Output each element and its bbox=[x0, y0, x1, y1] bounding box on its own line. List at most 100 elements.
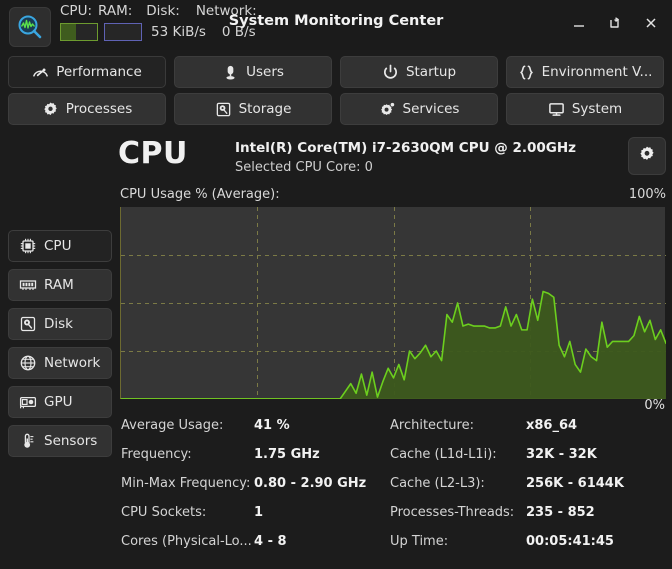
tab-storage[interactable]: Storage bbox=[174, 93, 332, 125]
chart-caption: CPU Usage % (Average): 100% bbox=[120, 187, 666, 202]
detail-value: 0.80 - 2.90 GHz bbox=[254, 476, 367, 491]
gear-icon bbox=[638, 145, 656, 167]
tab-services-label: Services bbox=[402, 101, 460, 117]
cpu-details-grid: Average Usage: 41 % Architecture: x86_64 Fre… bbox=[118, 418, 666, 563]
hdd-icon bbox=[215, 101, 232, 118]
tab-processes-label: Processes bbox=[65, 101, 133, 117]
detail-row: CPU Sockets: 1 Processes-Threads: 235 - 852 bbox=[118, 505, 666, 534]
detail-value: 4 - 8 bbox=[254, 534, 287, 549]
close-button[interactable] bbox=[634, 8, 668, 38]
tab-startup[interactable]: Startup bbox=[340, 56, 498, 88]
sidebar-item-network-label: Network bbox=[44, 355, 101, 371]
user-icon bbox=[222, 64, 239, 81]
cpu-usage-chart[interactable] bbox=[120, 207, 666, 399]
device-sidebar: CPU RAM Disk Network GPU Sensors bbox=[8, 230, 112, 464]
detail-key: CPU Sockets: bbox=[121, 505, 207, 520]
detail-key: Cache (L1d-L1i): bbox=[390, 447, 497, 462]
toolbar-row-1: Performance Users Startup Environment V.… bbox=[8, 56, 664, 88]
ram-mini-bar bbox=[104, 23, 142, 41]
chart-axis-min: 0% bbox=[644, 398, 665, 413]
detail-value: 41 % bbox=[254, 418, 290, 433]
chart-area-fill bbox=[121, 291, 666, 399]
sidebar-item-cpu[interactable]: CPU bbox=[8, 230, 112, 262]
main-toolbar: Performance Users Startup Environment V.… bbox=[0, 50, 672, 126]
sidebar-item-sensors[interactable]: Sensors bbox=[8, 425, 112, 457]
tab-environment-variables[interactable]: Environment V... bbox=[506, 56, 664, 88]
perf-cpu-label: CPU: bbox=[60, 3, 92, 19]
globe-icon bbox=[19, 354, 37, 372]
tab-processes[interactable]: Processes bbox=[8, 93, 166, 125]
sidebar-item-disk[interactable]: Disk bbox=[8, 308, 112, 340]
tab-startup-label: Startup bbox=[405, 64, 457, 80]
title-bar: CPU: RAM: Disk: Network: 53 KiB/s 0 B/s … bbox=[0, 0, 672, 50]
detail-value: 1.75 GHz bbox=[254, 447, 320, 462]
sidebar-item-ram-label: RAM bbox=[44, 277, 74, 293]
cpu-panel-header: CPU Intel(R) Core(TM) i7-2630QM CPU @ 2.… bbox=[118, 136, 666, 184]
gear-dot-icon bbox=[379, 101, 396, 118]
minimize-button[interactable] bbox=[562, 8, 596, 38]
sidebar-item-ram[interactable]: RAM bbox=[8, 269, 112, 301]
detail-row: Average Usage: 41 % Architecture: x86_64 bbox=[118, 418, 666, 447]
tab-performance-label: Performance bbox=[56, 64, 142, 80]
gear-icon bbox=[42, 101, 59, 118]
detail-row: Min-Max Frequency: 0.80 - 2.90 GHz Cache (… bbox=[118, 476, 666, 505]
sidebar-item-gpu-label: GPU bbox=[44, 394, 73, 410]
detail-key: Architecture: bbox=[390, 418, 474, 433]
gauge-icon bbox=[32, 64, 49, 81]
cpu-model-text: Intel(R) Core(TM) i7-2630QM CPU @ 2.00GH… bbox=[235, 140, 577, 156]
cpu-usage-chart-svg bbox=[121, 207, 666, 399]
thermometer-icon bbox=[19, 432, 37, 450]
memory-icon bbox=[19, 276, 37, 294]
tab-system-label: System bbox=[571, 101, 623, 117]
perf-strip-values: 53 KiB/s 0 B/s bbox=[57, 23, 256, 41]
detail-key: Processes-Threads: bbox=[390, 505, 515, 520]
hdd-icon bbox=[19, 315, 37, 333]
cpu-mini-bar bbox=[60, 23, 98, 41]
braces-icon bbox=[518, 64, 535, 81]
perf-disk-value: 53 KiB/s bbox=[151, 24, 206, 40]
sidebar-item-sensors-label: Sensors bbox=[44, 433, 98, 449]
sidebar-item-network[interactable]: Network bbox=[8, 347, 112, 379]
tab-users-label: Users bbox=[246, 64, 284, 80]
detail-value: 00:05:41:45 bbox=[526, 534, 614, 549]
detail-value: 32K - 32K bbox=[526, 447, 597, 462]
detail-key: Average Usage: bbox=[121, 418, 224, 433]
perf-strip-labels: CPU: RAM: Disk: Network: bbox=[57, 3, 257, 19]
tab-system[interactable]: System bbox=[506, 93, 664, 125]
detail-value: x86_64 bbox=[526, 418, 578, 433]
perf-ram-label: RAM: bbox=[98, 3, 133, 19]
perf-network-label: Network: bbox=[195, 3, 257, 19]
selected-core-text: Selected CPU Core: 0 bbox=[235, 160, 373, 175]
tab-environment-variables-label: Environment V... bbox=[541, 64, 653, 80]
monitor-icon bbox=[548, 101, 565, 118]
power-icon bbox=[382, 64, 399, 81]
tab-performance[interactable]: Performance bbox=[8, 56, 166, 88]
detail-value: 1 bbox=[254, 505, 264, 520]
detail-key: Up Time: bbox=[390, 534, 449, 549]
sidebar-item-disk-label: Disk bbox=[44, 316, 73, 332]
perf-network-value: 0 B/s bbox=[221, 24, 256, 40]
restore-button[interactable] bbox=[598, 8, 632, 38]
page-title: CPU bbox=[118, 136, 188, 171]
detail-row: Frequency: 1.75 GHz Cache (L1d-L1i): 32K - … bbox=[118, 447, 666, 476]
window-controls bbox=[562, 8, 668, 38]
gpu-card-icon bbox=[19, 393, 37, 411]
chart-title: CPU Usage % (Average): bbox=[120, 187, 280, 202]
sidebar-item-gpu[interactable]: GPU bbox=[8, 386, 112, 418]
app-icon bbox=[9, 7, 51, 47]
detail-key: Frequency: bbox=[121, 447, 192, 462]
sidebar-item-cpu-label: CPU bbox=[44, 238, 72, 254]
detail-row: Cores (Physical-Lo... 4 - 8 Up Time: 00:05:… bbox=[118, 534, 666, 563]
perf-disk-label: Disk: bbox=[146, 3, 180, 19]
tab-users[interactable]: Users bbox=[174, 56, 332, 88]
cpu-mini-bar-fill bbox=[61, 24, 76, 40]
detail-key: Min-Max Frequency: bbox=[121, 476, 251, 491]
detail-key: Cores (Physical-Lo... bbox=[121, 534, 252, 549]
detail-value: 235 - 852 bbox=[526, 505, 595, 520]
settings-button[interactable] bbox=[628, 137, 666, 175]
tab-services[interactable]: Services bbox=[340, 93, 498, 125]
detail-value: 256K - 6144K bbox=[526, 476, 624, 491]
chart-axis-max: 100% bbox=[628, 187, 666, 202]
chip-icon bbox=[19, 237, 37, 255]
perf-strip: CPU: RAM: Disk: Network: 53 KiB/s 0 B/s bbox=[57, 2, 287, 48]
